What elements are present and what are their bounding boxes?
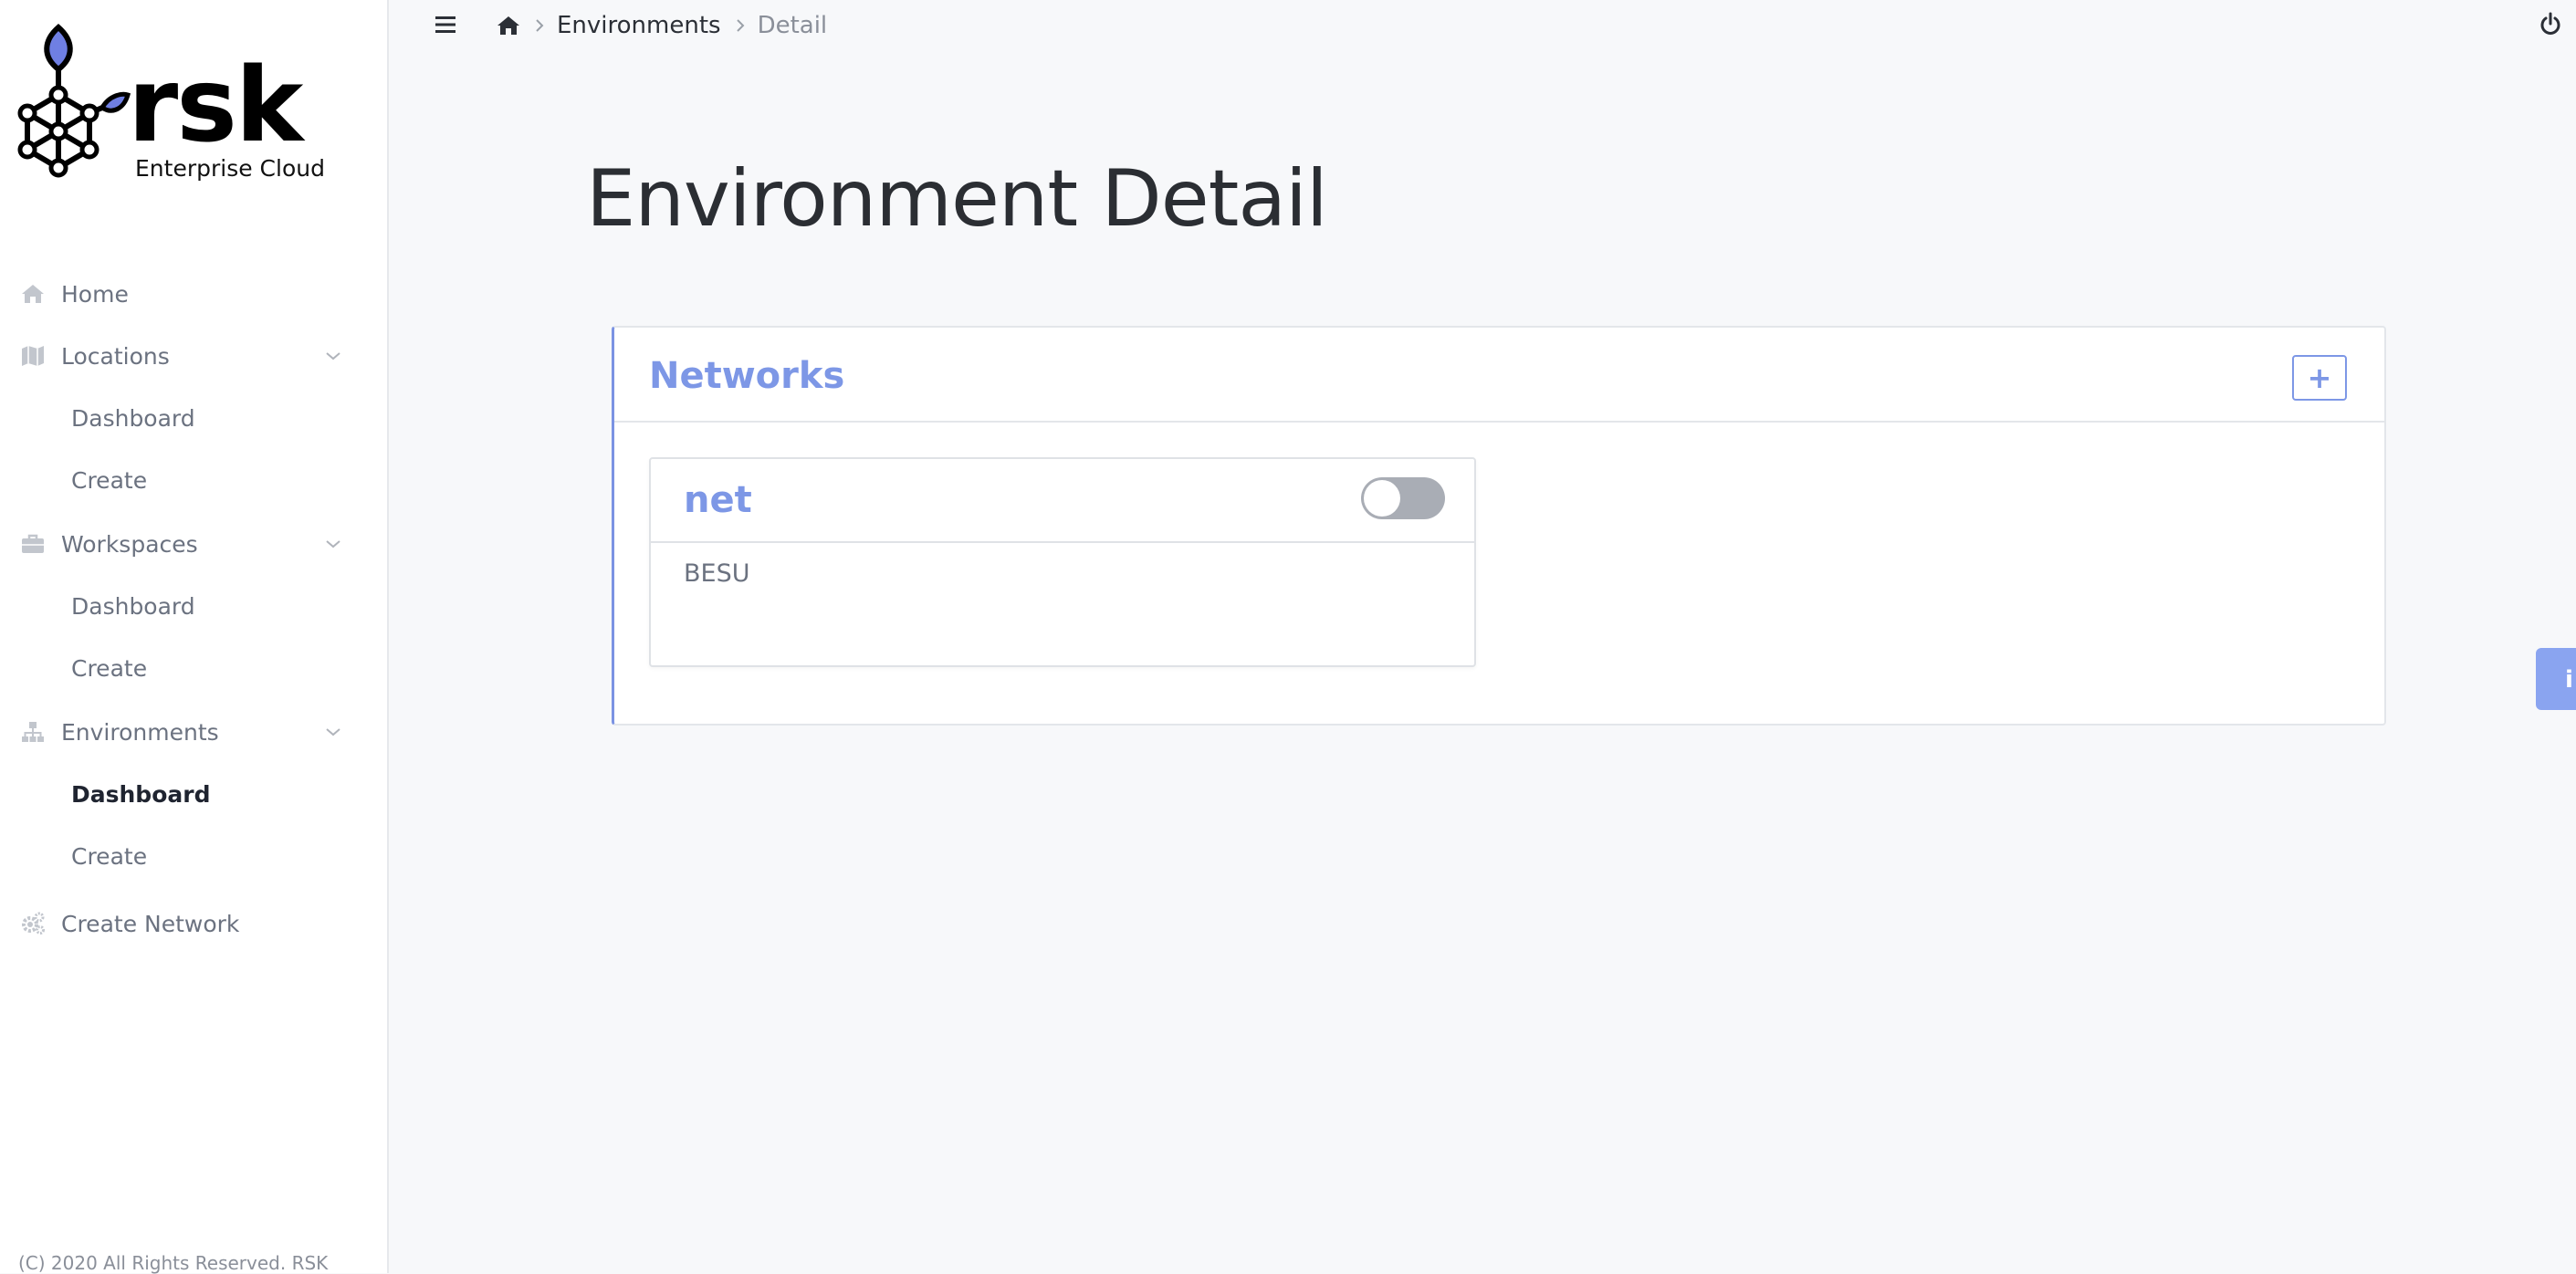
brand-logo[interactable]: rsk Enterprise Cloud	[16, 20, 345, 184]
brand-name: rsk	[128, 47, 303, 165]
breadcrumb-environments[interactable]: Environments	[557, 12, 721, 39]
sidebar-subitem-label: Create	[71, 466, 148, 494]
sidebar-subitem-label: Create	[71, 654, 148, 682]
sidebar-subitem-label: Create	[71, 842, 148, 870]
breadcrumb-detail: Detail	[757, 12, 828, 39]
network-type: BESU	[684, 559, 750, 588]
network-card-header: net	[651, 459, 1474, 543]
home-icon[interactable]	[497, 15, 520, 37]
networks-panel-title: Networks	[649, 355, 845, 397]
sidebar-subitem-label: Dashboard	[71, 404, 195, 432]
info-icon: i	[2565, 666, 2573, 694]
sidebar-item-create-network[interactable]: Create Network	[0, 894, 387, 953]
plus-icon: +	[2307, 360, 2332, 395]
sidebar-subitem-locations-create[interactable]: Create	[0, 453, 387, 507]
sidebar-subitem-environments-dashboard[interactable]: Dashboard	[0, 767, 387, 821]
sidebar-subitem-environments-create[interactable]: Create	[0, 829, 387, 883]
cogs-icon	[22, 912, 45, 935]
breadcrumb: Environments Detail	[497, 9, 827, 42]
sidebar-item-label: Locations	[61, 342, 170, 370]
sidebar-item-locations[interactable]: Locations	[0, 327, 387, 385]
sidebar-item-label: Workspaces	[61, 530, 198, 558]
chevron-down-icon[interactable]	[325, 350, 341, 361]
sidebar-subitem-label: Dashboard	[71, 592, 195, 620]
network-name[interactable]: net	[684, 479, 752, 521]
chevron-down-icon[interactable]	[325, 538, 341, 549]
sidebar: rsk Enterprise Cloud Home Locations Dash…	[0, 0, 389, 1274]
networks-panel: Networks + net BESU	[612, 326, 2386, 726]
power-icon[interactable]	[2539, 12, 2561, 36]
sidebar-subitem-workspaces-dashboard[interactable]: Dashboard	[0, 579, 387, 633]
sidebar-item-label: Environments	[61, 718, 219, 746]
rsk-turtle-logo-icon	[17, 24, 131, 178]
sidebar-subitem-workspaces-create[interactable]: Create	[0, 641, 387, 695]
toggle-knob	[1364, 480, 1400, 517]
network-enabled-toggle[interactable]	[1361, 477, 1445, 519]
chevron-down-icon[interactable]	[325, 726, 341, 737]
brand-subtitle: Enterprise Cloud	[135, 155, 325, 182]
network-card: net BESU	[649, 457, 1476, 667]
sidebar-item-label: Create Network	[61, 910, 240, 937]
sidebar-subitem-locations-dashboard[interactable]: Dashboard	[0, 391, 387, 445]
info-side-tab[interactable]: i	[2536, 648, 2576, 710]
map-icon	[22, 346, 44, 366]
top-bar: Environments Detail	[391, 0, 2576, 51]
home-icon	[22, 285, 44, 303]
sidebar-item-home[interactable]: Home	[0, 265, 387, 323]
add-network-button[interactable]: +	[2292, 355, 2347, 401]
chevron-right-icon	[736, 19, 744, 32]
chevron-right-icon	[536, 19, 544, 32]
page-title: Environment Detail	[586, 153, 1328, 245]
sidebar-item-label: Home	[61, 280, 129, 308]
sidebar-item-environments[interactable]: Environments	[0, 703, 387, 761]
hamburger-menu-icon[interactable]	[435, 15, 456, 35]
copyright-footer: (C) 2020 All Rights Reserved. RSK	[18, 1252, 329, 1274]
sidebar-item-workspaces[interactable]: Workspaces	[0, 515, 387, 573]
sitemap-icon	[22, 722, 44, 742]
networks-panel-header: Networks +	[614, 328, 2384, 423]
briefcase-icon	[22, 534, 44, 553]
sidebar-subitem-label: Dashboard	[71, 780, 211, 808]
